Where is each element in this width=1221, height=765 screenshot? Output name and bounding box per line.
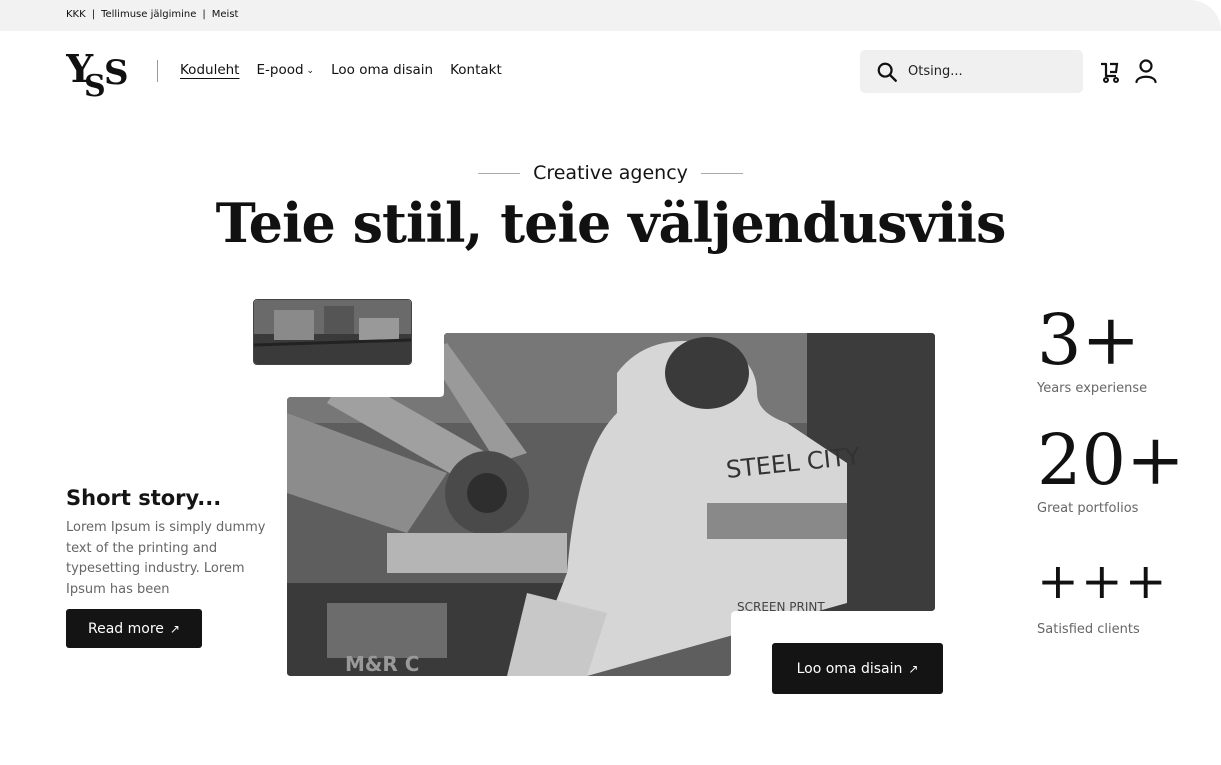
svg-text:S: S [84,69,106,98]
utility-links: KKK | Tellimuse jälgimine | Meist [66,9,238,20]
story-title: Short story... [66,486,222,510]
yss-logo[interactable]: Y S S [66,48,134,98]
machine-label-text: M&R C [345,652,419,676]
chevron-down-icon: ⌄ [306,66,315,76]
stat-years: 3+ Years experiense [1037,305,1147,396]
nav-item-shop[interactable]: E-pood ⌄ [256,62,314,78]
header-divider [157,60,158,82]
stat-value: +++ [1037,552,1169,610]
link-faq[interactable]: KKK [66,9,86,20]
create-design-label: Loo oma disain [796,660,903,677]
shirt-bottom-text: SCREEN PRINT [737,600,825,614]
utility-bar: KKK | Tellimuse jälgimine | Meist [0,0,1221,31]
nav-item-home[interactable]: Koduleht [180,62,239,78]
read-more-label: Read more [88,620,164,637]
hero-eyebrow: Creative agency [0,162,1221,184]
search-box[interactable] [860,50,1083,93]
stat-value: 20+ [1037,419,1185,501]
search-input[interactable] [906,63,1070,80]
story-text: Lorem Ipsum is simply dummy text of the … [66,520,266,597]
nav-item-create-design[interactable]: Loo oma disain [331,62,433,78]
user-icon[interactable] [1134,58,1158,84]
utility-separator: | [202,9,206,20]
arrow-up-right-icon: ↗ [169,621,180,636]
search-icon [877,62,897,82]
utility-separator: | [91,9,96,20]
main-nav: Koduleht E-pood ⌄ Loo oma disain Kontakt [180,62,519,78]
eyebrow-text: Creative agency [533,162,688,184]
stat-label: Years experiense [1037,381,1148,396]
arrow-up-right-icon: ↗ [908,661,919,676]
hero-headline: Teie stiil, teie väljendusviis [215,191,1007,255]
stat-portfolios: 20+ Great portfolios [1037,425,1185,516]
eyebrow-line-right [700,172,743,174]
svg-text:S: S [104,53,129,93]
nav-item-shop-label: E-pood [256,62,304,78]
eyebrow-line-left [478,172,521,174]
screen-printing-worker-image: M&R C STEEL CITY SCREEN PRINT [287,333,935,676]
stat-clients: +++ Satisfied clients [1037,556,1169,637]
stat-value: 3+ [1037,299,1141,381]
hero-photo-main: M&R C STEEL CITY SCREEN PRINT [287,333,935,676]
link-order-tracking[interactable]: Tellimuse jälgimine [101,9,196,20]
stat-label: Satisfied clients [1037,622,1140,637]
nav-item-contact[interactable]: Kontakt [450,62,502,78]
cart-icon[interactable] [1098,58,1122,84]
create-design-button[interactable]: Loo oma disain ↗ [772,643,943,694]
read-more-button[interactable]: Read more ↗ [66,609,202,648]
link-about[interactable]: Meist [212,9,239,20]
stat-label: Great portfolios [1037,501,1139,516]
